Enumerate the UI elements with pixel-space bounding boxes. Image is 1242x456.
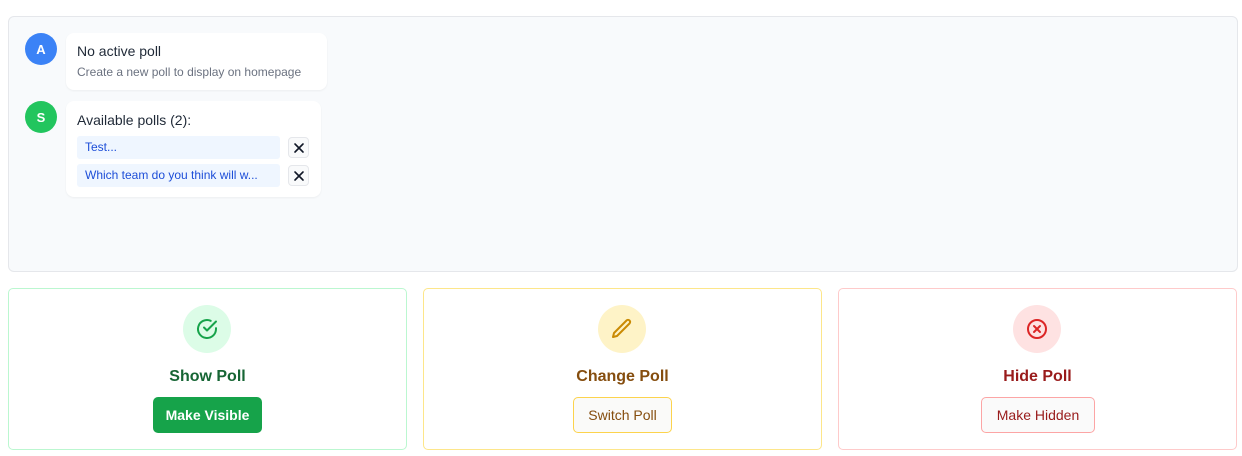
close-icon — [293, 170, 304, 181]
remove-poll-button[interactable] — [288, 165, 309, 186]
avatar: A — [25, 33, 57, 65]
hide-poll-card: Hide Poll Make Hidden — [838, 288, 1237, 450]
make-hidden-button[interactable]: Make Hidden — [981, 397, 1095, 433]
message-bubble: Available polls (2): Test... Which team … — [66, 101, 321, 197]
card-title: Hide Poll — [1003, 368, 1072, 385]
show-poll-card: Show Poll Make Visible — [8, 288, 407, 450]
chat-panel: A No active poll Create a new poll to di… — [8, 16, 1238, 272]
message-subtitle: Create a new poll to display on homepage — [77, 65, 302, 79]
card-title: Change Poll — [576, 368, 669, 385]
poll-list-item: Test... — [77, 136, 310, 159]
poll-select-chip[interactable]: Test... — [77, 136, 280, 159]
switch-poll-button[interactable]: Switch Poll — [573, 397, 672, 433]
remove-poll-button[interactable] — [288, 137, 309, 158]
make-visible-button[interactable]: Make Visible — [153, 397, 262, 433]
message-title: No active poll — [77, 43, 162, 59]
x-circle-icon — [1013, 305, 1061, 353]
check-circle-icon — [183, 305, 231, 353]
card-title: Show Poll — [169, 368, 246, 385]
change-poll-card: Change Poll Switch Poll — [423, 288, 822, 450]
avatar: S — [25, 101, 57, 133]
message-title: Available polls (2): — [77, 112, 192, 128]
poll-select-chip[interactable]: Which team do you think will w... — [77, 164, 280, 187]
message-bubble: No active poll Create a new poll to disp… — [66, 33, 327, 90]
close-icon — [293, 142, 304, 153]
pencil-icon — [598, 305, 646, 353]
poll-list-item: Which team do you think will w... — [77, 164, 310, 187]
